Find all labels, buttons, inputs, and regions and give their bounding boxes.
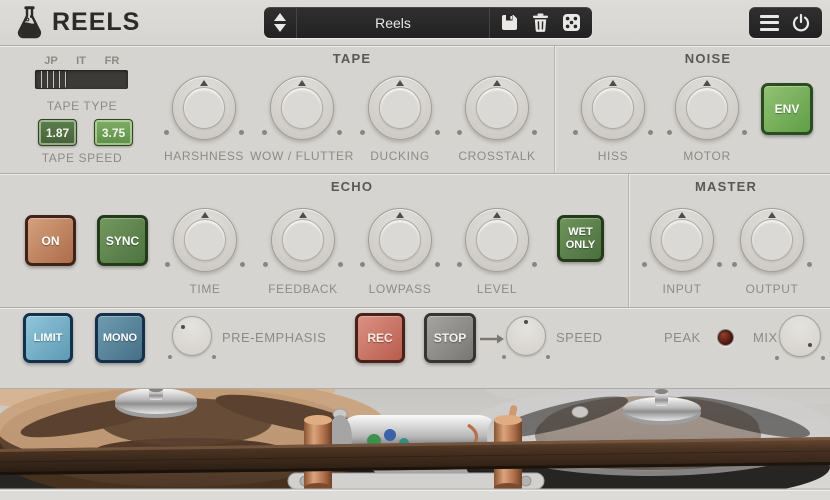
reels-plugin-window: REELS Reels TAPE NOISE JP IT FR TAPE TYP…	[0, 0, 830, 500]
pre-emphasis-label: PRE-EMPHASIS	[222, 330, 327, 345]
noise-section-title: NOISE	[684, 51, 732, 66]
delete-preset-button[interactable]	[532, 13, 549, 32]
speed-knob[interactable]	[502, 316, 550, 359]
tape-speed-label: TAPE SPEED	[41, 151, 123, 165]
output-knob[interactable]	[732, 208, 812, 272]
divider	[0, 46, 830, 47]
tape-type-option-it: IT	[76, 55, 86, 67]
tape-reels-artwork	[0, 389, 830, 500]
divider	[0, 174, 830, 175]
rec-button[interactable]: REC	[355, 313, 405, 363]
crosstalk-knob[interactable]	[457, 76, 537, 140]
lowpass-knob[interactable]	[360, 208, 440, 272]
wow-flutter-knob[interactable]	[262, 76, 342, 140]
mono-button[interactable]: MONO	[95, 313, 145, 363]
tape-speed-375-button[interactable]: 3.75	[94, 119, 133, 146]
app-title: REELS	[52, 8, 141, 36]
preset-down-icon[interactable]	[274, 24, 286, 32]
trash-icon	[533, 13, 548, 32]
power-button[interactable]	[791, 13, 811, 33]
limit-button[interactable]: LIMIT	[23, 313, 73, 363]
motor-knob[interactable]	[667, 76, 747, 140]
master-section-title: MASTER	[694, 179, 758, 194]
echo-section-title: ECHO	[330, 179, 374, 194]
flow-arrow-icon	[479, 331, 505, 349]
tape-type-option-fr: FR	[104, 55, 120, 67]
ducking-knob[interactable]	[360, 76, 440, 140]
wet-only-button[interactable]: WET ONLY	[557, 215, 604, 262]
env-button[interactable]: ENV	[761, 83, 813, 135]
pre-emphasis-knob[interactable]	[168, 316, 216, 359]
echo-sync-button[interactable]: SYNC	[97, 215, 148, 266]
preset-up-icon[interactable]	[274, 13, 286, 21]
preset-spinner[interactable]	[264, 7, 297, 38]
tape-type-handle[interactable]	[36, 71, 66, 88]
header-bar: REELS Reels	[0, 0, 830, 45]
input-knob[interactable]	[642, 208, 722, 272]
power-icon	[792, 13, 809, 31]
echo-on-button[interactable]: ON	[25, 215, 76, 266]
tape-type-option-jp: JP	[44, 55, 58, 67]
preset-bar: Reels	[264, 7, 592, 38]
tape-type-switch[interactable]	[35, 70, 128, 89]
preset-name[interactable]: Reels	[297, 15, 489, 31]
dice-icon	[563, 14, 580, 31]
output-label: OUTPUT	[745, 282, 799, 296]
hiss-knob[interactable]	[573, 76, 653, 140]
tape-speed-187-button[interactable]: 1.87	[38, 119, 77, 146]
peak-label: PEAK	[664, 330, 701, 345]
peak-led	[717, 329, 734, 346]
floppy-icon	[502, 15, 517, 30]
stop-button[interactable]: STOP	[424, 313, 476, 363]
feedback-knob[interactable]	[263, 208, 343, 272]
crosstalk-label: CROSSTALK	[458, 149, 536, 163]
speed-label: SPEED	[556, 330, 603, 345]
random-preset-button[interactable]	[562, 13, 581, 32]
menu-button[interactable]	[760, 14, 780, 31]
flask-logo-icon	[13, 4, 46, 46]
divider	[0, 308, 830, 309]
mix-label: MIX	[753, 330, 778, 345]
tape-section-title: TAPE	[332, 51, 372, 66]
motor-label: MOTOR	[683, 149, 731, 163]
mix-knob[interactable]	[775, 315, 825, 360]
save-preset-button[interactable]	[500, 13, 519, 32]
harshness-knob[interactable]	[164, 76, 244, 140]
level-label: LEVEL	[476, 282, 518, 296]
time-knob[interactable]	[165, 208, 245, 272]
preset-actions	[489, 7, 592, 38]
tape-type-label: TAPE TYPE	[46, 99, 118, 113]
level-knob[interactable]	[457, 208, 537, 272]
menu-box	[749, 7, 822, 38]
